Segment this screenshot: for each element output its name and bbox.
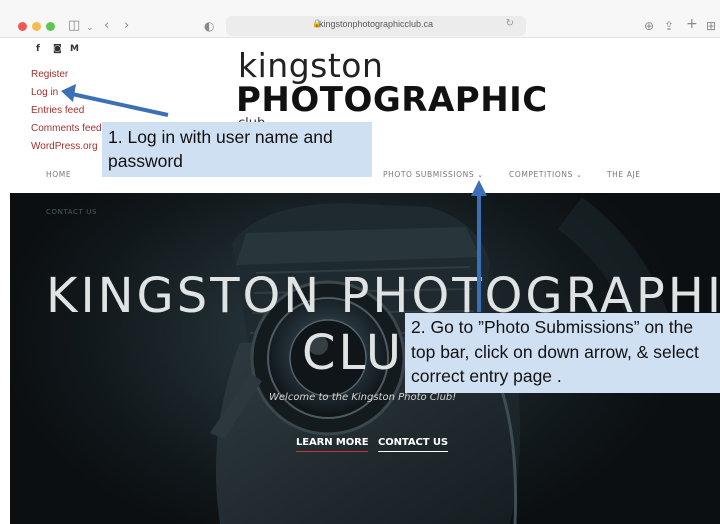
email-icon[interactable]: M <box>70 44 79 54</box>
register-link[interactable]: Register <box>31 66 102 84</box>
share-icon[interactable]: ⇪ <box>664 17 674 35</box>
meta-links: Register Log in Entries feed Comments fe… <box>31 66 102 156</box>
site-logo-top[interactable]: kingston <box>238 48 383 84</box>
sidebar-icon[interactable]: ◫ <box>68 17 80 35</box>
address-url: kingstonphotographicclub.ca <box>318 19 434 29</box>
annotation-step2: 2. Go to ”Photo Submissions” on the top … <box>405 313 720 393</box>
chevron-down-icon[interactable]: ⌄ <box>477 171 483 179</box>
facebook-icon[interactable]: f <box>36 44 40 54</box>
browser-toolbar: ◫ ⌄ ‹ › ◐ 🔒 kingstonphotographicclub.ca … <box>0 0 720 38</box>
nav-photo-submissions[interactable]: PHOTO SUBMISSIONS ⌄ <box>383 170 484 179</box>
nav-photo-submissions-label: PHOTO SUBMISSIONS <box>383 170 475 179</box>
nav-competitions[interactable]: COMPETITIONS ⌄ <box>509 170 582 179</box>
entries-feed-link[interactable]: Entries feed <box>31 102 102 120</box>
login-link[interactable]: Log in <box>31 84 102 102</box>
wordpress-link[interactable]: WordPress.org <box>31 138 102 156</box>
new-tab-icon[interactable]: + <box>686 15 698 33</box>
instagram-icon[interactable]: ◙ <box>53 44 62 54</box>
shield-icon[interactable]: ◐ <box>204 17 214 35</box>
back-icon[interactable]: ‹ <box>104 17 109 35</box>
reload-icon[interactable]: ↻ <box>506 18 514 29</box>
comments-feed-link[interactable]: Comments feed <box>31 120 102 138</box>
close-window-button[interactable] <box>18 22 27 31</box>
hero-contact-link[interactable]: CONTACT US <box>46 208 97 216</box>
download-icon[interactable]: ⊕ <box>644 17 654 35</box>
chevron-down-icon[interactable]: ⌄ <box>576 171 582 179</box>
forward-icon[interactable]: › <box>124 17 129 35</box>
annotation-step1: 1. Log in with user name and password <box>102 122 372 177</box>
address-bar[interactable]: 🔒 kingstonphotographicclub.ca ↻ <box>226 16 526 36</box>
nav-competitions-label: COMPETITIONS <box>509 170 573 179</box>
grid-icon[interactable]: ⊞ <box>706 17 716 35</box>
learn-more-button[interactable]: LEARN MORE <box>296 437 369 452</box>
hero-welcome: Welcome to the Kingston Photo Club! <box>269 392 457 403</box>
contact-us-button[interactable]: CONTACT US <box>378 437 448 452</box>
site-logo-bottom[interactable]: PHOTOGRAPHIC <box>236 81 548 119</box>
nav-home[interactable]: HOME <box>46 170 71 179</box>
chevron-down-icon[interactable]: ⌄ <box>86 19 94 37</box>
nav-the-aje[interactable]: THE AJE <box>607 170 641 179</box>
minimize-window-button[interactable] <box>32 22 41 31</box>
maximize-window-button[interactable] <box>46 22 55 31</box>
